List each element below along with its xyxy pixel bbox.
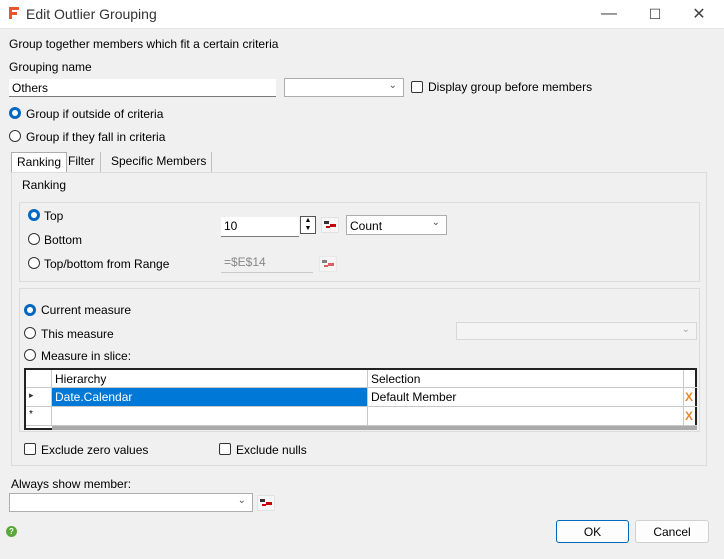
chevron-down-icon: ⌄ [681,324,690,335]
this-measure-label: This measure [41,327,114,341]
grid-header-delete [684,370,697,388]
always-show-reference-button[interactable] [257,495,275,511]
range-radio[interactable] [28,257,40,269]
exclude-zero-checkbox[interactable] [24,443,36,455]
maximize-button[interactable]: ☐ [632,0,678,28]
cancel-button[interactable]: Cancel [635,520,709,543]
new-row-hierarchy[interactable] [52,407,368,426]
always-show-label: Always show member: [11,477,132,491]
intro-text: Group together members which fit a certa… [9,37,279,51]
display-before-label: Display group before members [428,80,593,94]
this-measure-radio[interactable] [24,327,36,339]
spin-down-icon[interactable]: ▼ [301,225,315,233]
tab-filter[interactable]: Filter [63,152,101,172]
grouping-name-label: Grouping name [9,60,92,74]
app-logo-icon [9,7,19,19]
group-inside-radio[interactable] [9,130,21,142]
cell-reference-button[interactable] [321,217,339,233]
top-radio[interactable] [28,209,40,221]
cell-reference-icon [324,221,336,228]
grouping-name-input[interactable] [9,79,276,97]
minimize-button[interactable]: — [586,0,632,28]
exclude-nulls-label: Exclude nulls [236,443,307,457]
window-title: Edit Outlier Grouping [26,6,157,22]
range-input[interactable]: =$E$14 [221,253,313,273]
tab-specific-members[interactable]: Specific Members [106,152,213,172]
cell-reference-icon [260,499,272,506]
exclude-zero-label: Exclude zero values [41,443,149,457]
spin-up-icon[interactable]: ▲ [301,217,315,225]
grouping-position-dropdown[interactable]: ⌄ [284,78,404,97]
title-bar: Edit Outlier Grouping — ☐ ✕ [0,0,724,28]
chevron-down-icon: ⌄ [237,495,246,506]
row-marker: ▸ [26,388,52,407]
ranking-group-label: Ranking [22,178,67,192]
current-measure-label: Current measure [41,303,132,317]
new-row-marker: * [26,407,52,426]
delete-row-icon[interactable]: X [684,407,697,426]
bottom-radio[interactable] [28,233,40,245]
current-measure-radio[interactable] [24,304,36,316]
this-measure-dropdown[interactable]: ⌄ [456,322,697,340]
display-before-checkbox[interactable] [411,81,423,93]
top-count-input[interactable] [221,217,299,237]
new-row-selection[interactable] [368,407,684,426]
table-row-selection[interactable]: Default Member [368,388,684,407]
chevron-down-icon: ⌄ [388,80,397,91]
range-label: Top/bottom from Range [44,257,170,271]
help-icon[interactable]: ? [6,526,17,537]
measure-in-slice-radio[interactable] [24,349,36,361]
group-outside-label: Group if outside of criteria [26,107,164,121]
grid-header-hierarchy[interactable]: Hierarchy [52,370,368,388]
close-button[interactable]: ✕ [676,0,722,28]
grid-scrollbar[interactable] [52,426,697,430]
top-label: Top [44,209,64,223]
group-inside-label: Group if they fall in criteria [26,130,166,144]
measure-in-slice-label: Measure in slice: [41,349,132,363]
table-row-hierarchy[interactable]: Date.Calendar [52,388,368,407]
delete-row-icon[interactable]: X [684,388,697,407]
measure-type-dropdown[interactable]: Count ⌄ [346,215,447,235]
measure-type-value: Count [350,219,383,233]
ok-button[interactable]: OK [556,520,629,543]
chevron-down-icon: ⌄ [431,217,440,228]
grid-corner [26,370,52,388]
range-reference-button[interactable] [319,256,337,272]
group-outside-radio[interactable] [9,107,21,119]
count-spinner[interactable]: ▲ ▼ [300,216,316,234]
cell-reference-icon [322,260,334,267]
always-show-dropdown[interactable]: ⌄ [9,493,253,512]
grid-header-selection[interactable]: Selection [368,370,684,388]
exclude-nulls-checkbox[interactable] [219,443,231,455]
slice-grid[interactable]: Hierarchy Selection ▸ Date.Calendar Defa… [24,368,697,430]
tab-ranking[interactable]: Ranking [11,152,68,172]
bottom-label: Bottom [44,233,83,247]
